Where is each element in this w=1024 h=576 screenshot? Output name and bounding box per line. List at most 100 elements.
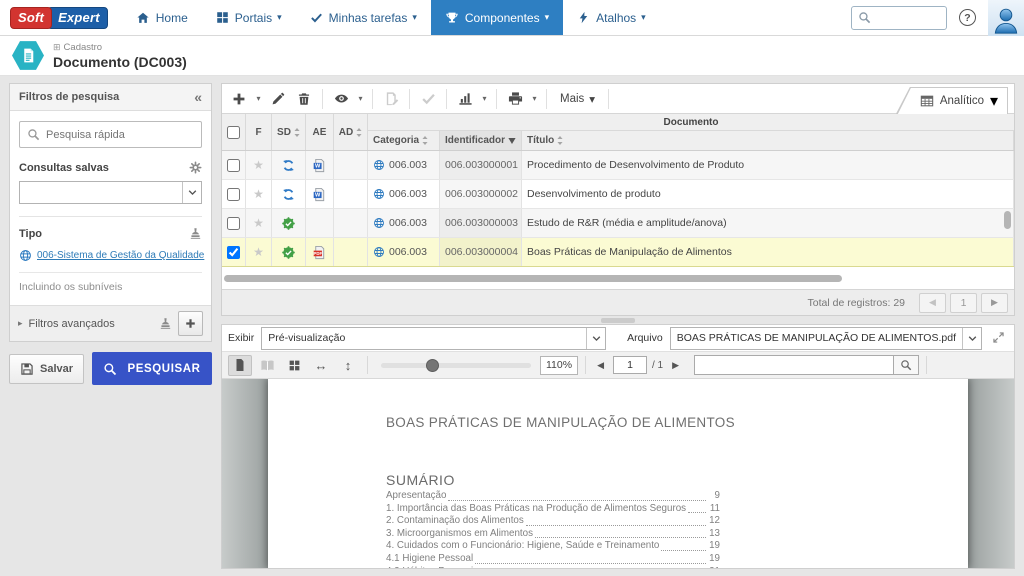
fit-width-button[interactable]: ↔ xyxy=(309,355,333,376)
favorite-star-icon[interactable]: ★ xyxy=(253,187,264,201)
quick-search-input[interactable] xyxy=(46,129,194,141)
single-page-view-button[interactable] xyxy=(228,355,252,376)
column-header-f[interactable]: F xyxy=(246,114,272,150)
view-mode-tab[interactable]: Analítico ▾ xyxy=(896,87,1008,114)
arquivo-select[interactable]: BOAS PRÁTICAS DE MANIPULAÇÃO DE ALIMENTO… xyxy=(670,327,982,350)
chart-dropdown-button[interactable]: ▾ xyxy=(478,87,491,111)
select-all-checkbox[interactable] xyxy=(227,126,240,139)
splitter-grip[interactable] xyxy=(601,318,635,323)
view-button[interactable] xyxy=(328,87,354,111)
toc-item: Apresentação9 xyxy=(386,490,720,503)
global-search-input[interactable] xyxy=(877,12,937,24)
caret-down-icon: ▾ xyxy=(277,12,282,23)
nav-home[interactable]: Home xyxy=(122,0,202,35)
global-search-box[interactable] xyxy=(851,6,947,30)
word-file-icon[interactable] xyxy=(312,187,327,202)
chart-button[interactable] xyxy=(452,87,478,111)
user-avatar[interactable] xyxy=(988,0,1024,36)
column-header-titulo[interactable]: Título xyxy=(522,131,1014,150)
released-badge-icon xyxy=(282,246,295,259)
chevron-down-icon[interactable] xyxy=(586,328,605,349)
add-filter-button[interactable] xyxy=(178,311,203,336)
pdf-find-button[interactable] xyxy=(894,355,919,375)
save-button[interactable]: Salvar xyxy=(9,354,84,384)
edit-button[interactable] xyxy=(265,87,291,111)
favorite-star-icon[interactable]: ★ xyxy=(253,158,264,172)
favorite-star-icon[interactable]: ★ xyxy=(253,245,264,259)
caret-down-icon: ▾ xyxy=(482,94,486,103)
collapse-sidebar-icon[interactable]: « xyxy=(194,90,202,104)
pdf-page-input[interactable] xyxy=(613,356,647,374)
clear-filter-stamp-icon[interactable] xyxy=(189,227,202,240)
vertical-scrollbar[interactable] xyxy=(1004,211,1011,229)
column-header-ad[interactable]: AD xyxy=(334,114,368,150)
trash-icon xyxy=(297,92,311,106)
column-header-categoria[interactable]: Categoria xyxy=(368,131,440,150)
pdf-viewer[interactable]: BOAS PRÁTICAS DE MANIPULAÇÃO DE ALIMENTO… xyxy=(222,379,1014,568)
type-filter-link[interactable]: 006-Sistema de Gestão da Qualidade xyxy=(37,250,204,261)
delete-button[interactable] xyxy=(291,87,317,111)
print-dropdown-button[interactable]: ▾ xyxy=(528,87,541,111)
table-row-selected[interactable]: ★ 006.003 006.003000004 Boas Práticas de… xyxy=(222,238,1014,267)
fit-height-button[interactable]: ↕ xyxy=(336,355,360,376)
zoom-slider[interactable] xyxy=(381,363,531,368)
print-button[interactable] xyxy=(502,87,528,111)
word-file-icon[interactable] xyxy=(312,158,327,173)
row-checkbox[interactable] xyxy=(227,246,240,259)
zoom-slider-knob[interactable] xyxy=(426,359,439,372)
nav-minhas-tarefas[interactable]: Minhas tarefas ▾ xyxy=(296,0,431,35)
pdf-file-icon[interactable] xyxy=(312,245,327,260)
table-row[interactable]: ★ 006.003 006.003000003 Estudo de R&R (m… xyxy=(222,209,1014,238)
pdf-next-page-button[interactable]: ▶ xyxy=(668,360,683,371)
exibir-select[interactable]: Pré-visualização xyxy=(261,327,606,350)
nav-componentes[interactable]: Componentes ▾ xyxy=(431,0,563,35)
cell-categoria: 006.003 xyxy=(389,217,427,229)
current-page-button[interactable]: 1 xyxy=(950,293,977,313)
pdf-find-input[interactable] xyxy=(694,355,894,375)
filters-title: Filtros de pesquisa xyxy=(19,91,119,103)
search-icon xyxy=(858,11,871,24)
arquivo-label: Arquivo xyxy=(627,332,663,344)
favorite-star-icon[interactable]: ★ xyxy=(253,216,264,230)
column-header-identificador[interactable]: Identificador xyxy=(440,131,522,150)
globe-icon xyxy=(373,246,385,258)
chevron-down-icon[interactable] xyxy=(182,182,201,203)
table-row[interactable]: ★ 006.003 006.003000002 Desenvolvimento … xyxy=(222,180,1014,209)
gear-icon[interactable] xyxy=(189,161,202,174)
panel-splitter[interactable] xyxy=(221,316,1015,324)
horizontal-scrollbar[interactable] xyxy=(224,275,842,282)
table-of-contents: Apresentação9 1. Importância das Boas Pr… xyxy=(386,490,720,568)
add-button[interactable] xyxy=(226,87,252,111)
caret-down-icon: ▾ xyxy=(358,94,362,103)
quick-search-box[interactable] xyxy=(19,121,202,148)
nav-atalhos[interactable]: Atalhos ▾ xyxy=(563,0,660,35)
row-checkbox[interactable] xyxy=(227,188,240,201)
cell-categoria: 006.003 xyxy=(389,159,427,171)
column-header-ae[interactable]: AE xyxy=(306,114,334,150)
pdf-prev-page-button[interactable]: ◀ xyxy=(593,360,608,371)
tree-expand-icon[interactable]: ⊞ xyxy=(53,42,61,53)
revision-sync-icon xyxy=(282,188,295,201)
advanced-filters-toggle[interactable]: Filtros avançados xyxy=(29,318,153,330)
add-dropdown-button[interactable]: ▾ xyxy=(252,87,265,111)
more-menu-button[interactable]: Mais ▾ xyxy=(552,92,603,106)
prev-page-button[interactable]: ◀ xyxy=(919,293,946,313)
zoom-level: 110% xyxy=(540,356,578,375)
table-row[interactable]: ★ 006.003 006.003000001 Procedimento de … xyxy=(222,151,1014,180)
chevron-down-icon[interactable] xyxy=(962,328,981,349)
row-checkbox[interactable] xyxy=(227,217,240,230)
sublevels-note: Incluindo os subníveis xyxy=(19,272,202,305)
row-checkbox[interactable] xyxy=(227,159,240,172)
softexpert-logo[interactable]: Soft Expert xyxy=(0,0,122,35)
table-icon xyxy=(920,94,934,108)
saved-queries-select[interactable] xyxy=(19,181,202,204)
nav-portais[interactable]: Portais ▾ xyxy=(202,0,296,35)
clear-filter-stamp-icon[interactable] xyxy=(159,317,172,330)
column-header-sd[interactable]: SD xyxy=(272,114,306,150)
thumbnails-button[interactable] xyxy=(282,355,306,376)
next-page-button[interactable]: ▶ xyxy=(981,293,1008,313)
search-submit-button[interactable]: PESQUISAR xyxy=(92,352,212,385)
help-icon[interactable]: ? xyxy=(959,9,976,26)
fullscreen-expand-icon[interactable] xyxy=(989,329,1008,347)
view-dropdown-button[interactable]: ▾ xyxy=(354,87,367,111)
